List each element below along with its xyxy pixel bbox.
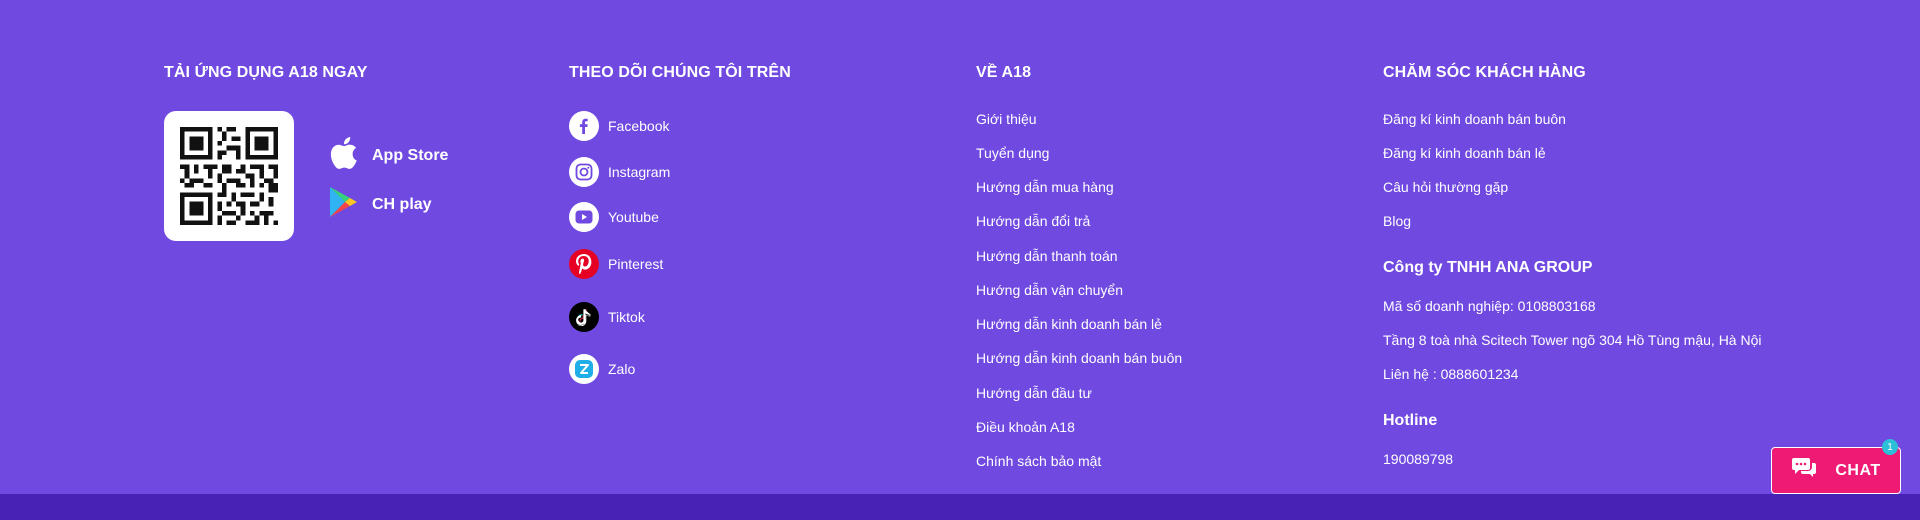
- about-link-huong-dan-ban-buon[interactable]: Hướng dẫn kinh doanh bán buôn: [976, 350, 1182, 366]
- qr-code-icon: [180, 127, 278, 225]
- about-link-huong-dan-van-chuyen[interactable]: Hướng dẫn vận chuyển: [976, 282, 1123, 298]
- about-title: VỀ A18: [976, 64, 1032, 81]
- social-label: Instagram: [608, 164, 671, 180]
- about-link-huong-dan-dau-tu[interactable]: Hướng dẫn đầu tư: [976, 385, 1092, 401]
- app-download-title: TẢI ỨNG DỤNG A18 NGAY: [164, 64, 368, 81]
- social-zalo[interactable]: Zalo: [569, 354, 635, 384]
- about-link-huong-dan-doi-tra[interactable]: Hướng dẫn đổi trả: [976, 213, 1090, 229]
- zalo-icon: [569, 354, 599, 384]
- apple-icon: [328, 136, 358, 175]
- youtube-icon: [569, 202, 599, 232]
- google-play-icon: [328, 186, 358, 223]
- social-label: Youtube: [608, 209, 659, 225]
- company-tax-id: Mã số doanh nghiệp: 0108803168: [1383, 298, 1596, 314]
- hotline-number[interactable]: 190089798: [1383, 451, 1453, 467]
- ch-play-label: CH play: [372, 195, 432, 213]
- chat-bubbles-icon: [1791, 457, 1817, 484]
- about-link-huong-dan-ban-le[interactable]: Hướng dẫn kinh doanh bán lẻ: [976, 316, 1162, 332]
- care-link-dang-ki-ban-buon[interactable]: Đăng kí kinh doanh bán buôn: [1383, 111, 1566, 127]
- qr-code: [164, 111, 294, 241]
- company-contact: Liên hệ : 0888601234: [1383, 366, 1519, 382]
- social-instagram[interactable]: Instagram: [569, 157, 670, 187]
- social-label: Zalo: [608, 361, 636, 377]
- facebook-icon: [569, 111, 599, 141]
- instagram-icon: [569, 157, 599, 187]
- social-title: THEO DÕI CHÚNG TÔI TRÊN: [569, 64, 791, 81]
- about-link-gioi-thieu[interactable]: Giới thiệu: [976, 111, 1037, 127]
- app-store-label: App Store: [372, 146, 449, 164]
- social-pinterest[interactable]: Pinterest: [569, 249, 663, 279]
- social-tiktok[interactable]: Tiktok: [569, 302, 645, 332]
- social-youtube[interactable]: Youtube: [569, 202, 659, 232]
- about-link-huong-dan-thanh-toan[interactable]: Hướng dẫn thanh toán: [976, 248, 1118, 264]
- site-footer: TẢI ỨNG DỤNG A18 NGAY App Store CH play …: [0, 0, 1920, 494]
- company-address: Tầng 8 toà nhà Scitech Tower ngõ 304 Hồ …: [1383, 332, 1762, 348]
- social-label: Tiktok: [608, 309, 645, 325]
- chat-button[interactable]: CHAT: [1771, 447, 1901, 494]
- care-link-cau-hoi[interactable]: Câu hỏi thường gặp: [1383, 179, 1508, 195]
- chat-label: CHAT: [1835, 461, 1881, 479]
- care-link-blog[interactable]: Blog: [1383, 213, 1411, 229]
- footer-bottom-bar: [0, 494, 1920, 520]
- hotline-title: Hotline: [1383, 412, 1438, 429]
- social-facebook[interactable]: Facebook: [569, 111, 669, 141]
- chat-notification-badge: 1: [1882, 439, 1898, 455]
- tiktok-icon: [569, 302, 599, 332]
- about-link-dieu-khoan[interactable]: Điều khoản A18: [976, 419, 1075, 435]
- about-link-huong-dan-mua-hang[interactable]: Hướng dẫn mua hàng: [976, 179, 1114, 195]
- social-label: Pinterest: [608, 256, 664, 272]
- app-store-link[interactable]: App Store: [328, 136, 448, 175]
- social-label: Facebook: [608, 118, 670, 134]
- ch-play-link[interactable]: CH play: [328, 186, 432, 223]
- company-name: Công ty TNHH ANA GROUP: [1383, 259, 1593, 276]
- pinterest-icon: [569, 249, 599, 279]
- about-link-chinh-sach-bao-mat[interactable]: Chính sách bảo mật: [976, 453, 1101, 469]
- about-link-tuyen-dung[interactable]: Tuyển dụng: [976, 145, 1049, 161]
- care-link-dang-ki-ban-le[interactable]: Đăng kí kinh doanh bán lẻ: [1383, 145, 1546, 161]
- care-title: CHĂM SÓC KHÁCH HÀNG: [1383, 64, 1586, 81]
